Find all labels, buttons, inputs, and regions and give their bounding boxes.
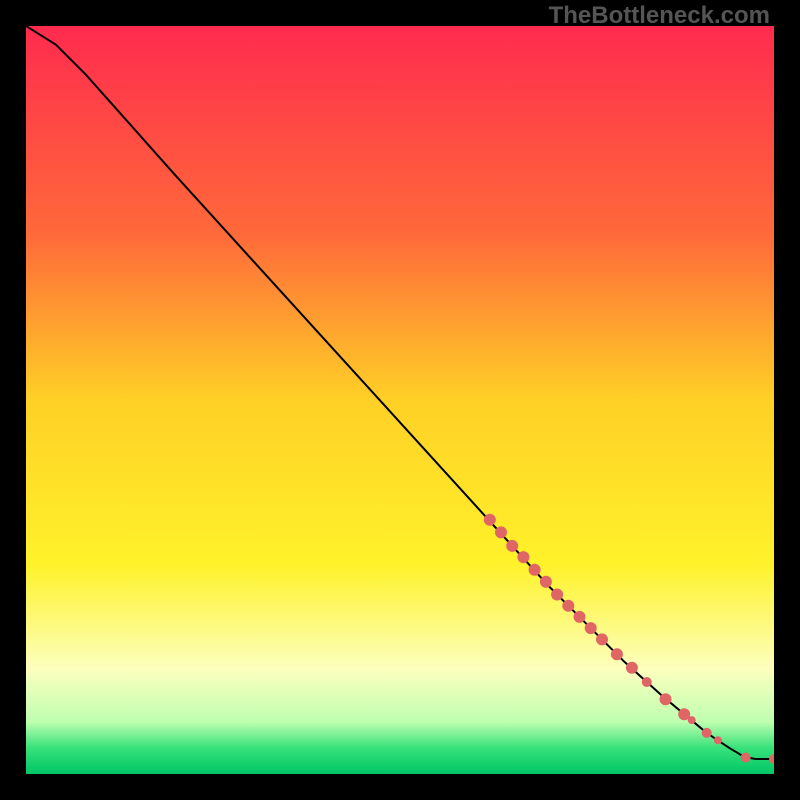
chart-plot-area (26, 26, 774, 774)
data-marker (585, 622, 597, 634)
data-marker (596, 633, 608, 645)
data-marker (714, 736, 722, 744)
data-marker (495, 526, 507, 538)
chart-background-gradient (26, 26, 774, 774)
chart-svg (26, 26, 774, 774)
data-marker (529, 564, 541, 576)
data-marker (540, 576, 552, 588)
data-marker (702, 728, 712, 738)
data-marker (551, 589, 563, 601)
data-marker (506, 540, 518, 552)
data-marker (741, 753, 751, 763)
data-marker (642, 677, 652, 687)
data-marker (626, 662, 638, 674)
data-marker (611, 648, 623, 660)
data-marker (517, 551, 529, 563)
data-marker (484, 514, 496, 526)
data-marker (562, 600, 574, 612)
data-marker (660, 693, 672, 705)
data-marker (574, 611, 586, 623)
data-marker (688, 716, 696, 724)
